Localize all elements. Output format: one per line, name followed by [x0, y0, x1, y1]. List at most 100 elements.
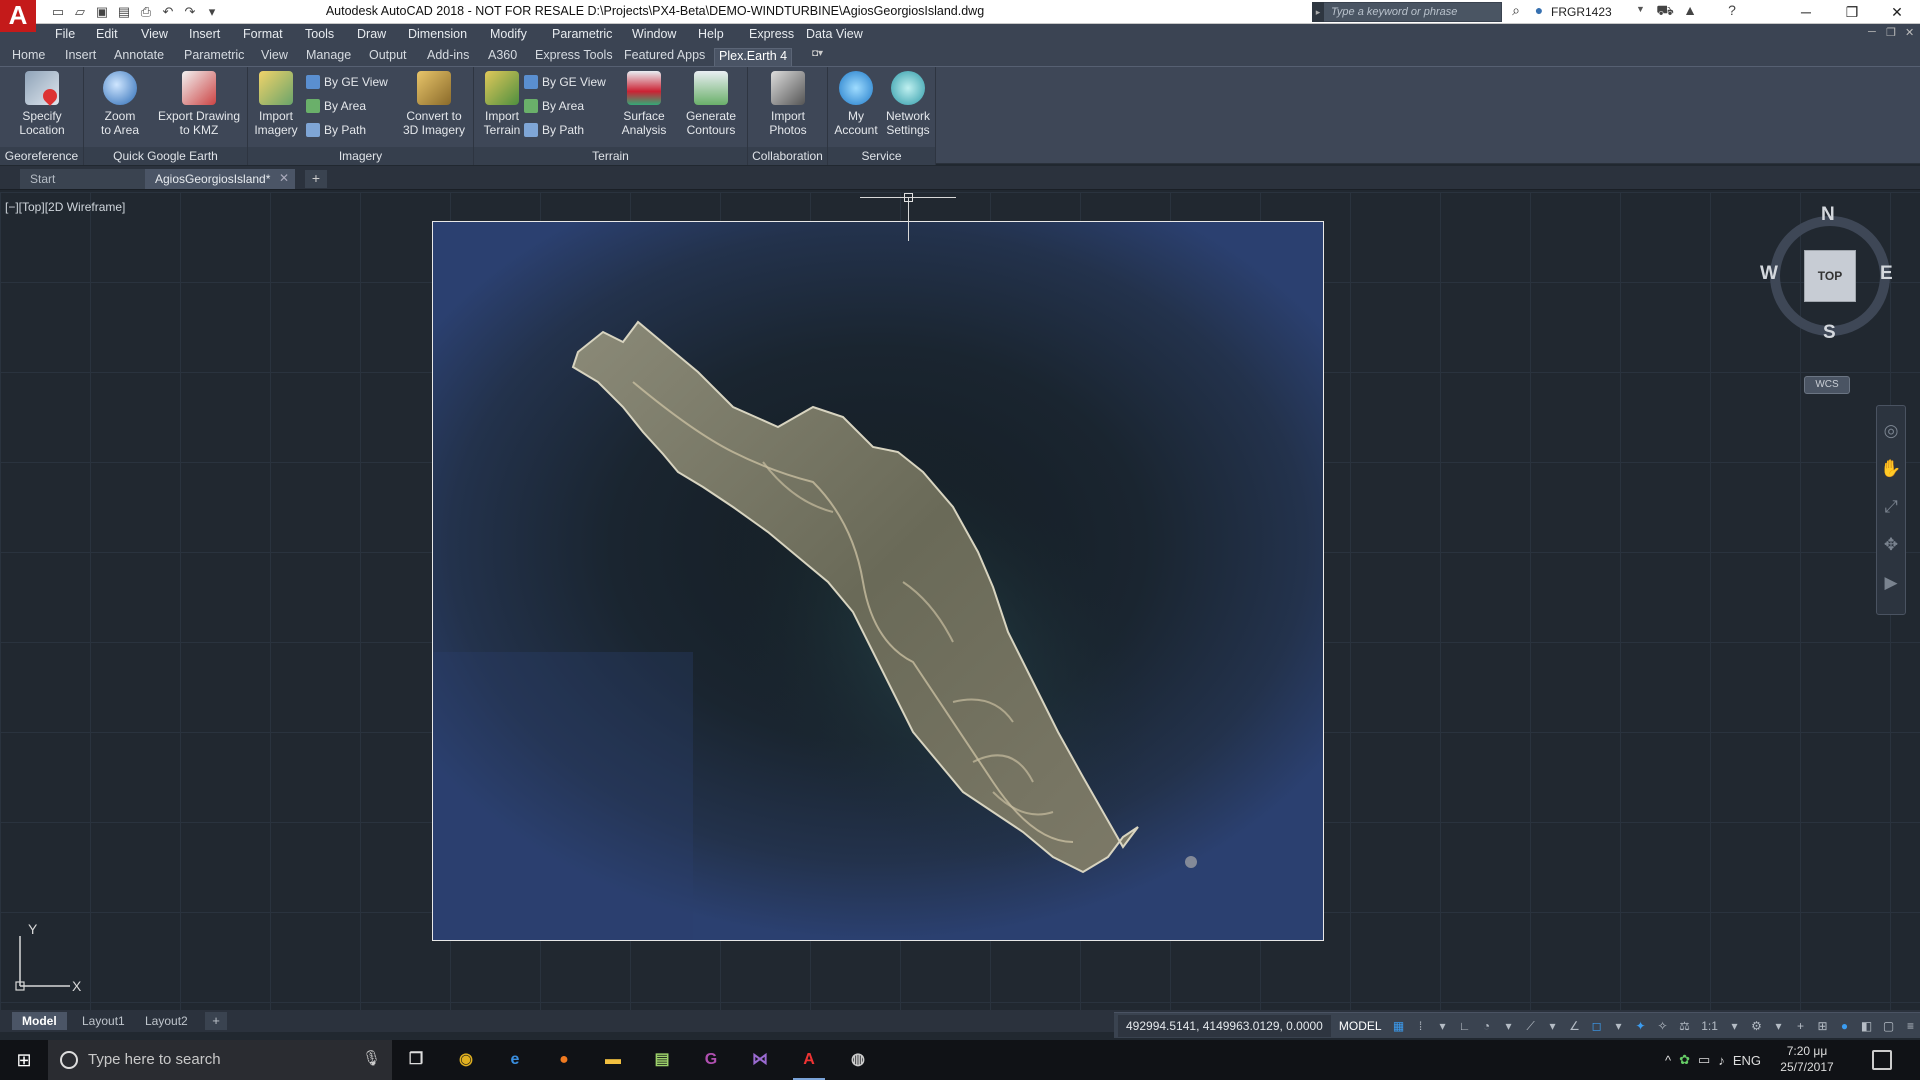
annotation-monitor-icon[interactable]: + — [1792, 1017, 1810, 1035]
a360-icon[interactable]: ▲ — [1680, 2, 1700, 22]
isodraft-chevron-icon[interactable]: ▾ — [1544, 1017, 1562, 1035]
user-icon[interactable]: ● — [1530, 2, 1548, 22]
viewcube-top-face[interactable]: TOP — [1804, 250, 1856, 302]
annotation-scale-icon[interactable]: ⚖ — [1676, 1017, 1694, 1035]
tab-parametric[interactable]: Parametric — [180, 48, 248, 66]
terrain-by-area-button[interactable]: By Area — [524, 97, 584, 115]
model-space-toggle[interactable]: MODEL — [1335, 1019, 1386, 1033]
workspace-gear-icon[interactable]: ⚙ — [1748, 1017, 1766, 1035]
network-icon[interactable]: ▭ — [1698, 1052, 1710, 1068]
firefox-icon[interactable]: ● — [544, 1044, 584, 1076]
menu-window[interactable]: Window — [632, 27, 676, 41]
import-terrain-button[interactable]: Import Terrain — [478, 71, 526, 137]
customize-icon[interactable]: ≡ — [1902, 1017, 1920, 1035]
visual-studio-icon[interactable]: ⋈ — [740, 1044, 780, 1076]
drawing-canvas[interactable]: [−][Top][2D Wireframe] N S E W TOP WCS ◎… — [0, 192, 1920, 1010]
ortho-icon[interactable]: ∟ — [1456, 1017, 1474, 1035]
osnap-icon[interactable]: ◻ — [1588, 1017, 1606, 1035]
import-imagery-button[interactable]: Import Imagery — [252, 71, 300, 137]
grid-icon[interactable]: ▦ — [1390, 1017, 1408, 1035]
file-tab-drawing[interactable]: AgiosGeorgiosIsland* ✕ — [145, 169, 295, 189]
imagery-by-area-button[interactable]: By Area — [306, 97, 366, 115]
viewcube[interactable]: N S E W TOP WCS — [1758, 204, 1898, 394]
snap-icon[interactable]: ⁞ — [1412, 1017, 1430, 1035]
generate-contours-button[interactable]: Generate Contours — [678, 71, 744, 137]
network-settings-button[interactable]: Network Settings — [882, 71, 934, 137]
binoculars-icon[interactable]: ⌕ — [1506, 2, 1526, 22]
edge-icon[interactable]: e — [495, 1044, 535, 1076]
plex-earth-icon[interactable]: ◍ — [838, 1044, 878, 1076]
menu-insert[interactable]: Insert — [189, 27, 220, 41]
menu-parametric[interactable]: Parametric — [552, 27, 612, 41]
osnap-menu-chevron-icon[interactable]: ▾ — [1610, 1017, 1628, 1035]
mdi-minimize-icon[interactable]: ─ — [1868, 26, 1876, 38]
file-explorer-icon[interactable]: ▬ — [593, 1044, 633, 1076]
workspace-chevron-icon[interactable]: ▾ — [1770, 1017, 1788, 1035]
application-menu-button[interactable]: A — [0, 0, 36, 32]
chrome-icon[interactable]: ◉ — [446, 1044, 486, 1076]
satellite-imagery[interactable] — [432, 221, 1324, 941]
tab-output[interactable]: Output — [365, 48, 411, 66]
menu-tools[interactable]: Tools — [305, 27, 334, 41]
action-center-icon[interactable] — [1872, 1050, 1892, 1070]
microphone-icon[interactable]: 🎙 — [362, 1049, 381, 1067]
viewport-controls-label[interactable]: [−][Top][2D Wireframe] — [5, 200, 125, 214]
menu-draw[interactable]: Draw — [357, 27, 386, 41]
menu-view[interactable]: View — [141, 27, 168, 41]
mdi-restore-icon[interactable]: ❐ — [1886, 26, 1896, 39]
scale-menu-chevron-icon[interactable]: ▾ — [1726, 1017, 1744, 1035]
menu-express[interactable]: Express — [749, 27, 794, 41]
volume-icon[interactable]: ♪ — [1718, 1053, 1725, 1068]
new-tab-icon[interactable]: + — [305, 170, 327, 188]
tab-manage[interactable]: Manage — [302, 48, 355, 66]
my-account-button[interactable]: My Account — [832, 71, 880, 137]
help-search-input[interactable]: Type a keyword or phrase — [1312, 2, 1502, 22]
windows-start-icon[interactable]: ⊞ — [0, 1040, 48, 1080]
menu-data-view[interactable]: Data View — [806, 27, 863, 41]
mdi-close-icon[interactable]: ✕ — [1905, 26, 1914, 39]
pdf-app-icon[interactable]: G — [691, 1044, 731, 1076]
notepad-icon[interactable]: ▤ — [642, 1044, 682, 1076]
tray-expand-icon[interactable]: ^ — [1665, 1053, 1671, 1068]
tray-app-icon[interactable]: ✿ — [1679, 1052, 1690, 1068]
steering-wheel-icon[interactable]: ◎ — [1878, 418, 1904, 444]
coordinate-readout[interactable]: 492994.5141, 4149963.0129, 0.0000 — [1118, 1014, 1331, 1037]
wcs-menu[interactable]: WCS — [1804, 376, 1850, 394]
annotation-scale-label[interactable]: 1:1 — [1698, 1017, 1722, 1035]
imagery-by-ge-view-button[interactable]: By GE View — [306, 73, 388, 91]
layout-tab-model[interactable]: Model — [12, 1012, 67, 1030]
compass-north[interactable]: N — [1821, 204, 1835, 226]
minimize-icon[interactable]: ─ — [1783, 0, 1829, 24]
pan-icon[interactable]: ✋ — [1878, 456, 1904, 482]
auto-scale-icon[interactable]: ✧ — [1654, 1017, 1672, 1035]
orbit-icon[interactable]: ✥ — [1878, 532, 1904, 558]
tab-featured-apps[interactable]: Featured Apps — [620, 48, 709, 66]
polar-menu-chevron-icon[interactable]: ▾ — [1500, 1017, 1518, 1035]
file-tab-start[interactable]: Start — [20, 169, 145, 189]
user-menu-chevron-icon[interactable]: ▼ — [1636, 4, 1645, 14]
search-expand-icon[interactable]: ▸ — [1312, 2, 1324, 22]
specify-location-button[interactable]: Specify Location — [6, 71, 78, 137]
clean-screen-icon[interactable]: ▢ — [1880, 1017, 1898, 1035]
close-tab-icon[interactable]: ✕ — [279, 171, 289, 185]
imagery-by-path-button[interactable]: By Path — [306, 121, 366, 139]
tab-insert[interactable]: Insert — [61, 48, 100, 66]
tab-a360[interactable]: A360 — [484, 48, 521, 66]
convert-3d-imagery-button[interactable]: Convert to 3D Imagery — [396, 71, 472, 137]
annotation-visibility-icon[interactable]: ✦ — [1632, 1017, 1650, 1035]
hardware-acceleration-icon[interactable]: ● — [1836, 1017, 1854, 1035]
compass-east[interactable]: E — [1880, 263, 1893, 285]
zoom-to-area-button[interactable]: Zoom to Area — [90, 71, 150, 137]
units-icon[interactable]: ⊞ — [1814, 1017, 1832, 1035]
task-view-icon[interactable]: ❐ — [396, 1044, 436, 1076]
zoom-extents-icon[interactable]: ⤢ — [1878, 494, 1904, 520]
menu-help[interactable]: Help — [698, 27, 724, 41]
close-icon[interactable]: ✕ — [1874, 0, 1920, 24]
tab-home[interactable]: Home — [8, 48, 49, 66]
clock[interactable]: 7:20 μμ 25/7/2017 — [1762, 1043, 1852, 1075]
tab-view[interactable]: View — [257, 48, 292, 66]
polar-icon[interactable]: ◔ — [1478, 1017, 1496, 1035]
layout-tab-layout2[interactable]: Layout2 — [135, 1012, 198, 1030]
add-layout-icon[interactable]: + — [205, 1012, 227, 1030]
menu-format[interactable]: Format — [243, 27, 283, 41]
